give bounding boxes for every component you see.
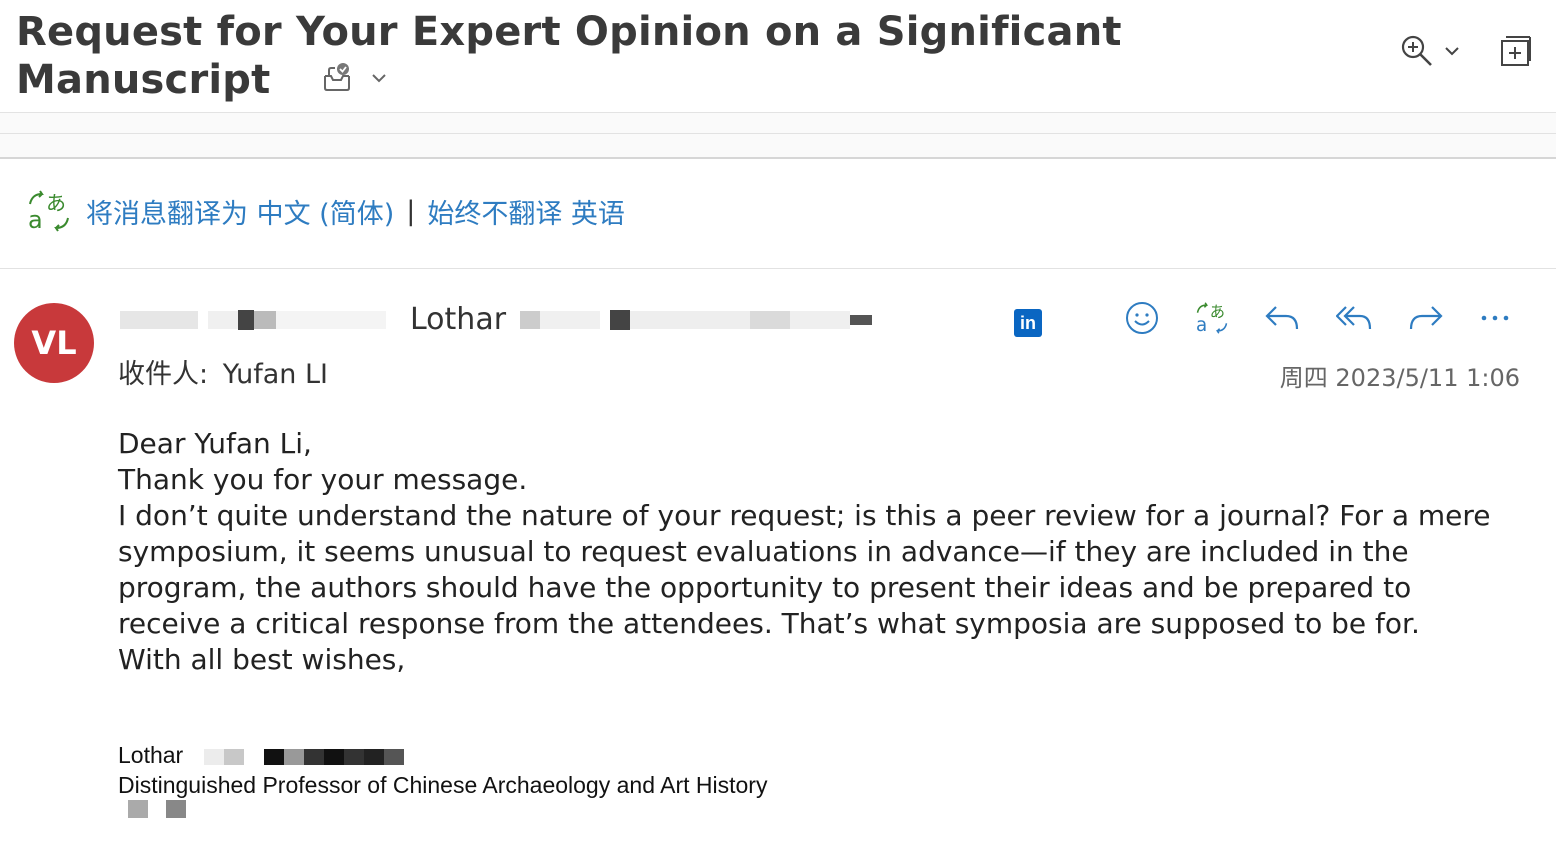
linkedin-icon[interactable]: in — [1014, 309, 1042, 337]
reply-all-icon[interactable] — [1336, 303, 1372, 333]
redacted-block — [790, 310, 851, 329]
redacted-signature — [203, 748, 404, 765]
signature: Lothar Distinguished Professor of Chines… — [118, 740, 767, 800]
expand-icon[interactable] — [1500, 35, 1532, 67]
body-paragraph: Thank you for your message. — [118, 463, 528, 496]
sender-line[interactable]: Lothar — [120, 302, 873, 337]
svg-text:あ: あ — [1210, 303, 1225, 321]
redacted-block — [750, 310, 791, 329]
never-translate-link[interactable]: 始终不翻译 英语 — [427, 192, 625, 231]
body-paragraph: Dear Yufan Li, — [118, 427, 312, 460]
svg-text:a: a — [1196, 315, 1207, 334]
inbox-check-icon[interactable] — [321, 62, 353, 94]
redacted-block — [208, 310, 238, 329]
redacted-block — [850, 314, 873, 325]
sender-avatar[interactable]: VL — [14, 303, 94, 383]
message-actions: a あ — [1124, 300, 1510, 336]
reply-icon[interactable] — [1264, 303, 1300, 333]
chevron-down-icon — [1445, 47, 1459, 56]
signature-name: Lothar — [118, 742, 184, 768]
redacted-block — [520, 310, 541, 329]
redacted-block — [276, 310, 386, 329]
redacted-block — [610, 309, 631, 330]
more-icon[interactable] — [1480, 313, 1510, 323]
svg-text:a: a — [28, 206, 43, 232]
translate-icon[interactable]: a あ — [1196, 302, 1228, 334]
message-body: Dear Yufan Li, Thank you for your messag… — [118, 426, 1518, 678]
emoji-icon[interactable] — [1124, 300, 1160, 336]
svg-text:あ: あ — [46, 191, 66, 215]
sender-name: Lothar — [410, 302, 507, 337]
zoom-in-icon — [1401, 35, 1432, 66]
redacted-block — [254, 310, 276, 329]
top-right-toolbar — [1400, 34, 1532, 68]
body-paragraph: With all best wishes, — [118, 643, 406, 676]
redacted-block — [630, 310, 751, 329]
subject-text: Request for Your Expert Opinion on a Sig… — [16, 9, 1122, 103]
redacted-block — [238, 309, 254, 330]
recipients-label: 收件人: — [118, 359, 209, 390]
body-paragraph: I don’t quite understand the nature of y… — [118, 499, 1491, 640]
translate-icon: a あ — [28, 190, 70, 232]
redacted-block — [120, 310, 198, 329]
translation-separator: | — [406, 195, 416, 227]
forward-icon[interactable] — [1408, 303, 1444, 333]
redacted-block — [540, 310, 601, 329]
separator-band — [0, 112, 1556, 159]
chevron-down-icon[interactable] — [371, 72, 387, 84]
message-date: 周四 2023/5/11 1:06 — [1279, 364, 1520, 392]
recipients-line: 收件人: Yufan LI — [118, 352, 328, 391]
zoom-button[interactable] — [1400, 34, 1460, 68]
translation-bar: a あ 将消息翻译为 中文 (简体) | 始终不翻译 英语 — [28, 190, 625, 232]
translate-message-link[interactable]: 将消息翻译为 中文 (简体) — [86, 192, 394, 231]
signature-title: Distinguished Professor of Chinese Archa… — [118, 772, 768, 798]
redacted-signature-line — [128, 800, 186, 818]
message-subject: Request for Your Expert Opinion on a Sig… — [16, 8, 1136, 104]
recipient-name[interactable]: Yufan LI — [223, 359, 328, 390]
header-divider — [0, 268, 1556, 269]
